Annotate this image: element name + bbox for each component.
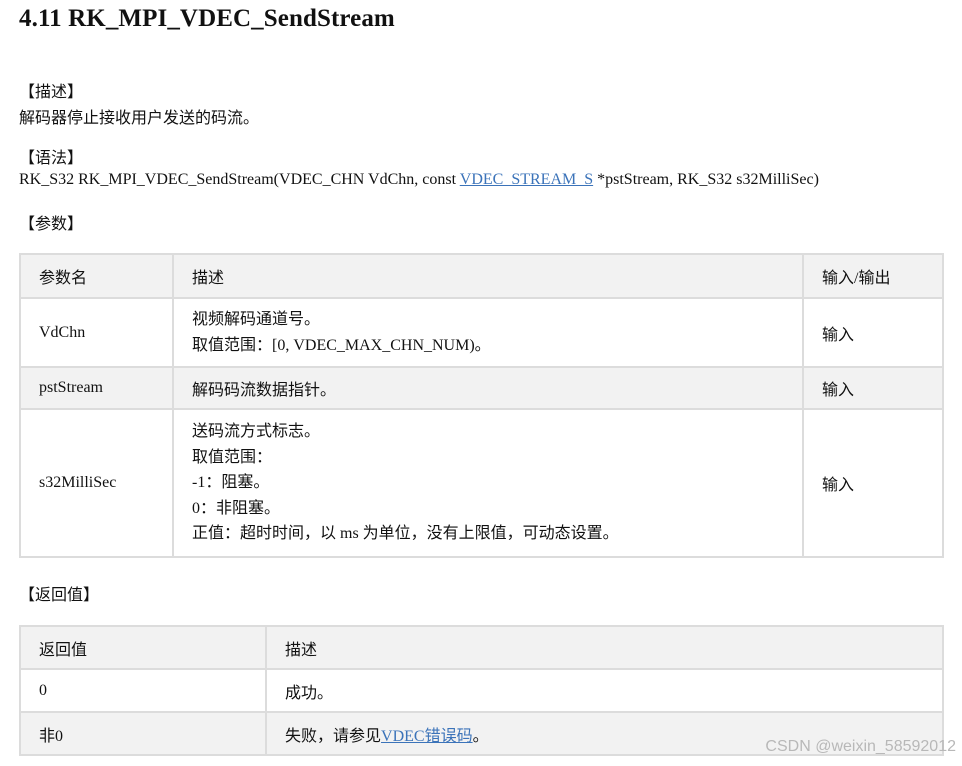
watermark: CSDN @weixin_58592012 bbox=[765, 738, 956, 755]
param-name: s32MilliSec bbox=[19, 408, 174, 558]
description-line: 送码流方式标志。 bbox=[192, 423, 321, 441]
vdec-stream-s-link[interactable]: VDEC_STREAM_S bbox=[460, 171, 593, 188]
param-name: pstStream bbox=[19, 366, 174, 410]
params-heading: 【参数】 bbox=[19, 216, 84, 233]
header-param-name: 参数名 bbox=[19, 253, 174, 299]
return-desc-prefix: 失败，请参见 bbox=[285, 727, 382, 745]
syntax-suffix: *pstStream, RK_S32 s32MilliSec) bbox=[593, 171, 819, 188]
description-line: -1：阻塞。 bbox=[192, 474, 270, 492]
param-description: 解码码流数据指针。 bbox=[172, 366, 804, 410]
section-title: 4.11 RK_MPI_VDEC_SendStream bbox=[19, 5, 395, 32]
param-description: 送码流方式标志。 取值范围： -1：阻塞。 0：非阻塞。 正值：超时时间，以 m… bbox=[172, 408, 804, 558]
param-name: VdChn bbox=[19, 297, 174, 368]
description-text: 解码器停止接收用户发送的码流。 bbox=[19, 110, 260, 127]
syntax-prefix: RK_S32 RK_MPI_VDEC_SendStream(VDEC_CHN V… bbox=[19, 171, 460, 188]
header-return-value: 返回值 bbox=[19, 625, 267, 670]
param-io: 输入 bbox=[802, 297, 944, 368]
description-line: 取值范围： bbox=[192, 448, 273, 466]
param-io: 输入 bbox=[802, 366, 944, 410]
description-line: 0：非阻塞。 bbox=[192, 499, 281, 517]
return-value: 非0 bbox=[19, 711, 267, 756]
table-row: VdChn 视频解码通道号。 取值范围：[0, VDEC_MAX_CHN_NUM… bbox=[19, 297, 944, 368]
table-row: pstStream 解码码流数据指针。 输入 bbox=[19, 366, 944, 410]
return-table: 返回值 描述 0 成功。 非0 失败，请参见VDEC错误码。 bbox=[19, 625, 944, 756]
return-description: 成功。 bbox=[265, 668, 944, 713]
return-value: 0 bbox=[19, 668, 267, 713]
description-line: 视频解码通道号。 bbox=[192, 311, 321, 328]
description-line: 取值范围：[0, VDEC_MAX_CHN_NUM)。 bbox=[192, 336, 491, 354]
header-description: 描述 bbox=[172, 253, 804, 299]
table-header-row: 返回值 描述 bbox=[19, 625, 944, 670]
param-description: 视频解码通道号。 取值范围：[0, VDEC_MAX_CHN_NUM)。 bbox=[172, 297, 804, 368]
syntax-line: RK_S32 RK_MPI_VDEC_SendStream(VDEC_CHN V… bbox=[19, 171, 819, 189]
header-description: 描述 bbox=[265, 625, 944, 670]
return-desc-suffix: 。 bbox=[472, 727, 489, 745]
return-heading: 【返回值】 bbox=[19, 587, 100, 604]
table-row: s32MilliSec 送码流方式标志。 取值范围： -1：阻塞。 0：非阻塞。… bbox=[19, 408, 944, 558]
table-header-row: 参数名 描述 输入/输出 bbox=[19, 253, 944, 299]
syntax-heading: 【语法】 bbox=[19, 150, 84, 167]
description-line: 正值：超时时间，以 ms 为单位，没有上限值，可动态设置。 bbox=[192, 525, 619, 543]
table-row: 0 成功。 bbox=[19, 668, 944, 713]
param-io: 输入 bbox=[802, 408, 944, 558]
header-io: 输入/输出 bbox=[802, 253, 944, 299]
description-heading: 【描述】 bbox=[19, 84, 84, 101]
vdec-error-code-link[interactable]: VDEC错误码 bbox=[381, 728, 473, 745]
params-table: 参数名 描述 输入/输出 VdChn 视频解码通道号。 取值范围：[0, VDE… bbox=[19, 253, 944, 558]
